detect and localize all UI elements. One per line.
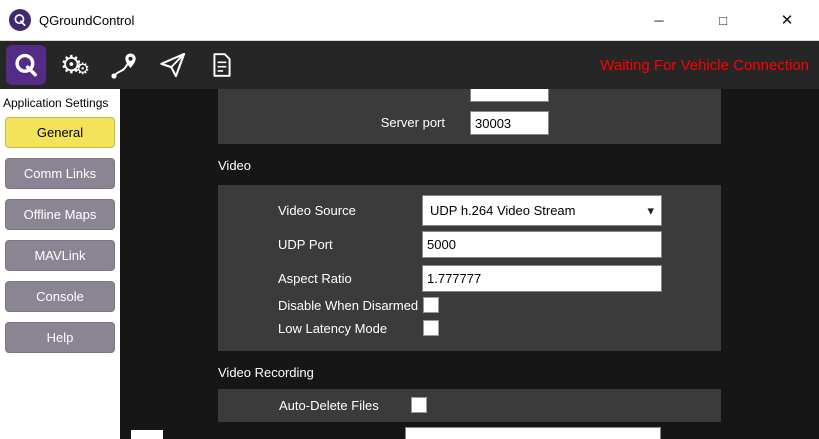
- toolbar-icons: ⚙ ⚙: [0, 45, 242, 85]
- qgc-logo-glyph: [14, 14, 26, 27]
- gears-icon: ⚙ ⚙: [60, 50, 90, 79]
- window-body: Application Settings General Comm Links …: [0, 89, 819, 439]
- paper-plane-icon: [160, 52, 186, 78]
- sidebar-item-comm-links[interactable]: Comm Links: [5, 158, 115, 189]
- sidebar-item-general[interactable]: General: [5, 117, 115, 148]
- minimize-button[interactable]: ─: [627, 0, 691, 40]
- partial-input-above-server-port[interactable]: [470, 89, 549, 102]
- qgroundcontrol-window: QGroundControl ─ □ ✕ ⚙ ⚙ Waiting For Veh…: [0, 0, 819, 439]
- server-port-input[interactable]: [470, 111, 549, 135]
- low-latency-mode-checkbox[interactable]: [423, 320, 439, 336]
- qgc-home-button[interactable]: [6, 45, 46, 85]
- qgc-logo-icon: [15, 53, 37, 77]
- waypoint-pin-icon: [111, 53, 136, 79]
- plan-button[interactable]: [104, 45, 144, 85]
- settings-sidebar: Application Settings General Comm Links …: [0, 89, 120, 439]
- sidebar-header: Application Settings: [3, 96, 109, 110]
- video-source-dropdown[interactable]: UDP h.264 Video Stream ▾: [422, 195, 662, 226]
- video-settings-panel: Video Source UDP h.264 Video Stream ▾ UD…: [218, 185, 721, 351]
- qgc-app-icon: [9, 9, 31, 31]
- disable-when-disarmed-checkbox[interactable]: [423, 297, 439, 313]
- window-title: QGroundControl: [39, 12, 135, 28]
- udp-port-label: UDP Port: [278, 237, 333, 252]
- sidebar-item-offline-maps[interactable]: Offline Maps: [5, 199, 115, 230]
- nmea-gps-panel: Server port: [218, 89, 721, 144]
- low-latency-mode-label: Low Latency Mode: [278, 321, 388, 336]
- maximize-button[interactable]: □: [691, 0, 755, 40]
- video-recording-panel: Auto-Delete Files: [218, 389, 721, 422]
- sidebar-item-console[interactable]: Console: [5, 281, 115, 312]
- close-button[interactable]: ✕: [755, 0, 819, 40]
- title-bar: QGroundControl ─ □ ✕: [0, 0, 819, 41]
- server-port-label: Server port: [380, 115, 445, 130]
- auto-delete-files-checkbox[interactable]: [411, 397, 427, 413]
- title-bar-left: QGroundControl: [0, 9, 627, 31]
- chevron-down-icon: ▾: [647, 202, 654, 218]
- video-source-value: UDP h.264 Video Stream: [430, 203, 576, 218]
- window-controls: ─ □ ✕: [627, 0, 819, 40]
- video-section-title: Video: [218, 158, 252, 173]
- sidebar-item-help[interactable]: Help: [5, 322, 115, 353]
- general-settings-content: Server port Video Video Source UDP h.264…: [120, 89, 819, 439]
- main-toolbar: ⚙ ⚙ Waiting For Vehicle Connection: [0, 41, 819, 89]
- video-recording-section-title: Video Recording: [218, 365, 314, 380]
- document-checklist-icon: [213, 53, 231, 77]
- auto-delete-files-label: Auto-Delete Files: [279, 398, 379, 413]
- vehicle-setup-button[interactable]: ⚙ ⚙: [55, 45, 95, 85]
- aspect-ratio-label: Aspect Ratio: [278, 271, 352, 286]
- vehicle-connection-status: Waiting For Vehicle Connection: [600, 56, 809, 74]
- udp-port-input[interactable]: [422, 231, 662, 258]
- sidebar-item-mavlink[interactable]: MAVLink: [5, 240, 115, 271]
- video-source-label: Video Source: [278, 203, 356, 218]
- disable-when-disarmed-label: Disable When Disarmed: [278, 298, 419, 313]
- partial-input-bottom[interactable]: [405, 427, 661, 439]
- analyze-button[interactable]: [202, 45, 242, 85]
- aspect-ratio-input[interactable]: [422, 265, 662, 292]
- fly-button[interactable]: [153, 45, 193, 85]
- partial-element-bottom-left: [131, 430, 163, 439]
